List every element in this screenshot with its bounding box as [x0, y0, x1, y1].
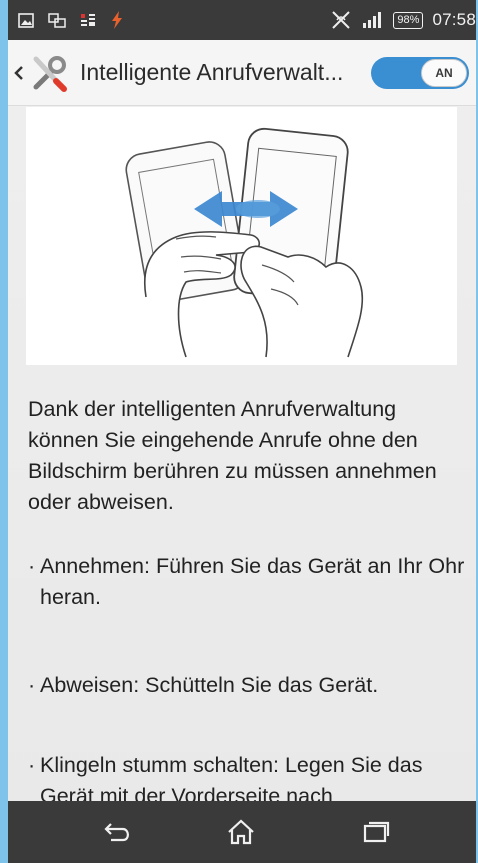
bullet-marker: ·: [28, 554, 36, 578]
status-right-icons: 98% 07:58: [329, 10, 476, 30]
bullet-item-reject: · Abweisen: Schütteln Sie das Gerät.: [28, 670, 468, 701]
page-title: Intelligente Anrufverwalt...: [80, 59, 344, 85]
bullet-item-accept: · Annehmen: Führen Sie das Gerät an Ihr …: [28, 551, 468, 613]
bullet-text: Klingeln stumm schalten: Legen Sie das G…: [40, 753, 423, 801]
bullet-text: Annehmen: Führen Sie das Gerät an Ihr Oh…: [40, 554, 465, 609]
back-chevron-icon[interactable]: [10, 58, 28, 88]
navigation-bar: [8, 801, 476, 863]
nfc-icon: [329, 10, 353, 30]
gesture-illustration: [26, 107, 457, 365]
home-icon[interactable]: [221, 813, 261, 851]
gallery-icon: [18, 12, 34, 28]
bullet-text: Abweisen: Schütteln Sie das Gerät.: [40, 673, 379, 697]
settings-tools-icon[interactable]: [30, 53, 70, 93]
phone-screen: 98% 07:58 Intelligente Anrufverwalt... A…: [8, 0, 476, 863]
content-area: Dank der intelligenten Anrufverwaltung k…: [8, 107, 476, 801]
action-bar: Intelligente Anrufverwalt... AN: [8, 40, 476, 106]
data-icon: [80, 12, 96, 28]
signal-icon: [362, 11, 384, 29]
battery-indicator: 98%: [393, 11, 424, 29]
status-bar: 98% 07:58: [8, 0, 476, 40]
recent-apps-icon[interactable]: [356, 813, 396, 851]
feature-toggle[interactable]: AN: [371, 57, 469, 89]
toggle-knob[interactable]: AN: [421, 59, 467, 87]
bullet-marker: ·: [28, 673, 36, 697]
back-icon[interactable]: [98, 813, 138, 851]
status-left-icons: [8, 11, 124, 29]
bullet-item-mute: · Klingeln stumm schalten: Legen Sie das…: [28, 750, 468, 801]
screen-mirror-icon: [48, 12, 66, 28]
bullet-marker: ·: [28, 753, 36, 777]
hands-phone-drawing: [125, 127, 364, 358]
description-text: Dank der intelligenten Anrufverwaltung k…: [28, 397, 437, 514]
clock: 07:58: [432, 10, 476, 29]
charging-icon: [110, 11, 124, 29]
